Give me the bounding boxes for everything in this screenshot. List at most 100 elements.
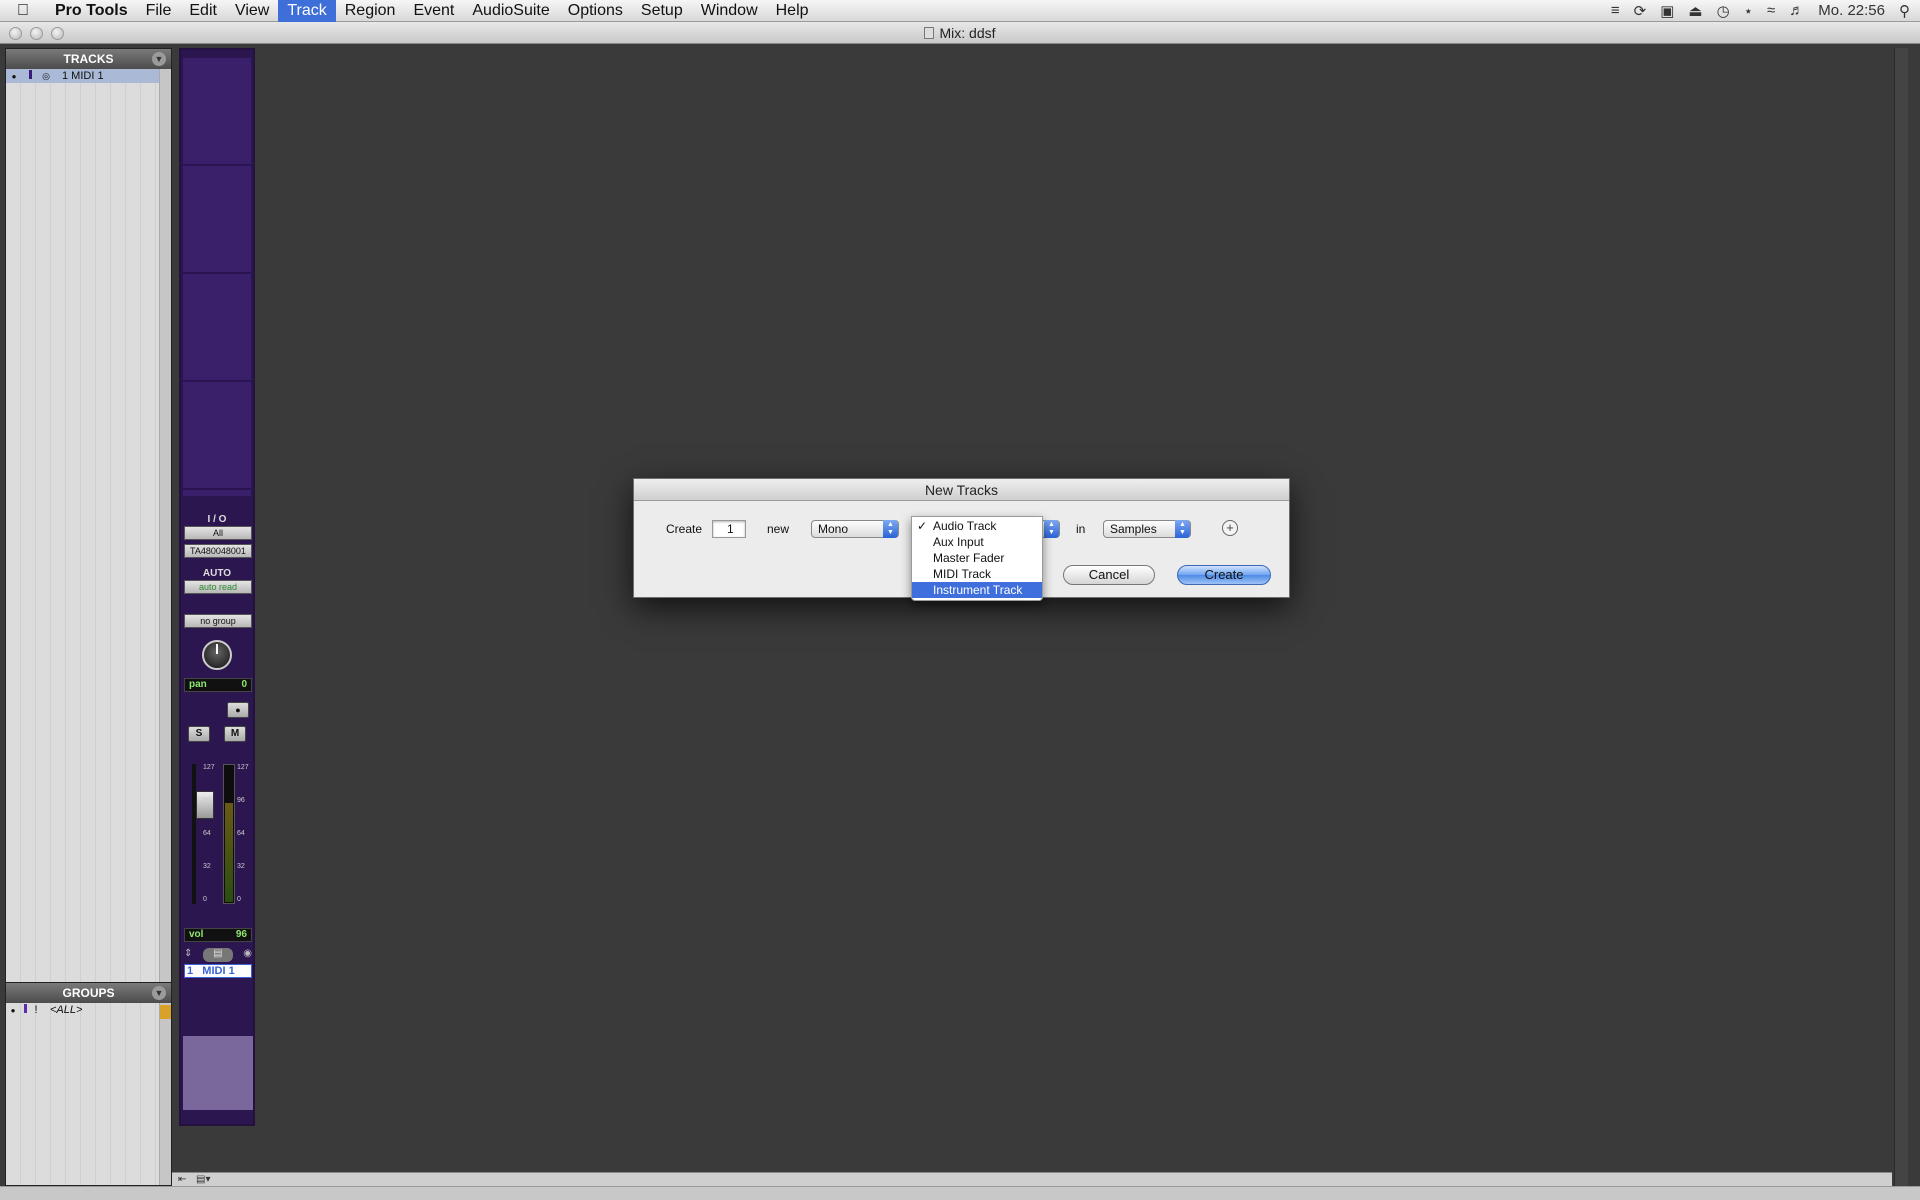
- groups-panel-header: GROUPS ▼: [6, 983, 171, 1003]
- minimize-window-button[interactable]: [30, 27, 43, 40]
- wifi-icon[interactable]: ≈: [1767, 2, 1775, 19]
- menu-item-instrument-track[interactable]: Instrument Track: [912, 582, 1042, 598]
- io-label: I / O: [207, 514, 227, 525]
- popup-arrows-icon: ▲ ▼: [1175, 520, 1190, 538]
- fader-scale-label: 96: [203, 797, 211, 804]
- sync-icon[interactable]: ⟳: [1634, 2, 1647, 20]
- menu-region[interactable]: Region: [336, 0, 405, 22]
- track-row-label[interactable]: 1 MIDI 1: [54, 70, 104, 82]
- groups-panel-scrollbar[interactable]: [159, 1003, 171, 1185]
- groups-panel-title: GROUPS: [62, 986, 115, 1000]
- group-row[interactable]: ● ! <ALL>: [6, 1003, 159, 1017]
- group-selector[interactable]: no group: [184, 614, 252, 628]
- fader-scale-label: 127: [203, 764, 215, 771]
- track-color-picker-icon[interactable]: ◉: [243, 948, 252, 962]
- comments-field[interactable]: [183, 1036, 253, 1110]
- dialog-title: New Tracks: [634, 479, 1289, 501]
- track-color-icon: [22, 70, 38, 82]
- volume-readout[interactable]: vol 96: [184, 928, 252, 942]
- menu-item-aux-input[interactable]: Aux Input: [912, 534, 1042, 550]
- output-selector[interactable]: TA480048001: [184, 544, 252, 558]
- fader-scale-label: 32: [203, 863, 211, 870]
- timebase-popup[interactable]: Samples ▲ ▼: [1103, 520, 1191, 538]
- time-machine-icon[interactable]: ◷: [1717, 2, 1730, 20]
- menu-edit[interactable]: Edit: [180, 0, 226, 22]
- clock[interactable]: Mo. 22:56: [1818, 2, 1885, 19]
- horizontal-scrollbar[interactable]: [0, 1186, 1920, 1200]
- group-active-dot-icon[interactable]: ●: [6, 1006, 20, 1015]
- auto-label: AUTO: [202, 568, 232, 579]
- menu-help[interactable]: Help: [767, 0, 818, 22]
- menu-event[interactable]: Event: [404, 0, 463, 22]
- groups-panel-menu-button[interactable]: ▼: [152, 986, 166, 1000]
- view-selector-icon[interactable]: ▤▾: [196, 1174, 210, 1185]
- record-enable-button[interactable]: ●: [227, 702, 249, 718]
- pan-readout[interactable]: pan 0: [184, 678, 252, 692]
- tracks-panel-menu-button[interactable]: ▼: [152, 52, 166, 66]
- insert-send-slots[interactable]: [183, 58, 251, 496]
- zoom-window-button[interactable]: [51, 27, 64, 40]
- track-type-icon[interactable]: ⇕: [184, 948, 192, 962]
- group-row-label[interactable]: <ALL>: [42, 1004, 82, 1016]
- window-titlebar: Mix: ddsf: [0, 22, 1920, 44]
- tracks-panel-header: TRACKS ▼: [6, 49, 171, 69]
- apple-menu-icon[interactable]: : [0, 2, 46, 20]
- close-window-button[interactable]: [9, 27, 22, 40]
- pan-knob[interactable]: [202, 640, 232, 670]
- comments-toggle-icon[interactable]: ▤: [202, 948, 233, 962]
- menu-track[interactable]: Track: [278, 0, 336, 22]
- bluetooth-icon[interactable]: ⋆: [1744, 2, 1753, 20]
- automation-mode-selector[interactable]: auto read: [184, 580, 252, 594]
- spotlight-icon[interactable]: ⚲: [1899, 2, 1910, 20]
- group-sort-icon[interactable]: [160, 1005, 171, 1019]
- menu-pro-tools[interactable]: Pro Tools: [46, 0, 137, 22]
- menu-file[interactable]: File: [137, 0, 181, 22]
- vertical-scrollbar[interactable]: [1894, 48, 1908, 1186]
- track-row[interactable]: ● ◎ 1 MIDI 1: [6, 69, 159, 83]
- meter-scale-label: 0: [237, 896, 241, 903]
- mix-window-footer: ⇤ ▤▾: [172, 1172, 1892, 1186]
- menu-bar:  Pro Tools File Edit View Track Region …: [0, 0, 1920, 22]
- scripts-icon[interactable]: ≡: [1611, 2, 1620, 19]
- tracks-panel-scrollbar[interactable]: [159, 69, 171, 1003]
- new-label: new: [767, 522, 790, 536]
- vol-label: vol: [189, 929, 204, 940]
- collapse-left-icon[interactable]: ⇤: [178, 1174, 186, 1185]
- eject-icon[interactable]: ⏏: [1688, 2, 1702, 20]
- channel-format-value: Mono: [818, 522, 849, 536]
- menu-options[interactable]: Options: [559, 0, 632, 22]
- display-icon[interactable]: ▣: [1660, 2, 1674, 20]
- track-count-input[interactable]: 1: [712, 520, 746, 538]
- popup-arrows-icon: ▲ ▼: [883, 520, 898, 538]
- midi-track-icon: ◎: [42, 70, 50, 81]
- mix-window: Mix: ddsf TRACKS ▼ ● ◎ 1 MIDI 1 GROUPS ▼…: [0, 22, 1920, 1200]
- menu-item-master-fader[interactable]: Master Fader: [912, 550, 1042, 566]
- cancel-button[interactable]: Cancel: [1063, 565, 1155, 585]
- create-button[interactable]: Create: [1177, 565, 1271, 585]
- channel-format-popup[interactable]: Mono ▲ ▼: [811, 520, 899, 538]
- menu-item-midi-track[interactable]: MIDI Track: [912, 566, 1042, 582]
- menu-extras: ≡ ⟳ ▣ ⏏ ◷ ⋆ ≈ ♬ Mo. 22:56 ⚲: [1611, 2, 1920, 20]
- track-name: MIDI 1: [202, 965, 235, 977]
- track-show-dot-icon[interactable]: ●: [6, 72, 22, 81]
- menu-setup[interactable]: Setup: [632, 0, 692, 22]
- menu-item-audio-track[interactable]: Audio Track: [912, 518, 1042, 534]
- solo-button[interactable]: S: [188, 726, 210, 742]
- tracks-panel-title: TRACKS: [63, 52, 114, 66]
- volume-fader-track[interactable]: [192, 764, 214, 904]
- vol-value: 96: [235, 929, 247, 940]
- input-selector[interactable]: All: [184, 526, 252, 540]
- meter-scale-label: 64: [237, 830, 245, 837]
- document-icon: [924, 27, 935, 39]
- menu-window[interactable]: Window: [692, 0, 767, 22]
- menu-view[interactable]: View: [226, 0, 278, 22]
- fader-scale-label: 64: [203, 830, 211, 837]
- track-name-field[interactable]: 1 MIDI 1: [184, 964, 252, 978]
- mute-button[interactable]: M: [224, 726, 246, 742]
- add-row-button[interactable]: +: [1222, 520, 1238, 536]
- tracks-panel: TRACKS ▼ ● ◎ 1 MIDI 1: [5, 48, 172, 1004]
- fader-scale-label: 0: [203, 896, 207, 903]
- menu-audiosuite[interactable]: AudioSuite: [463, 0, 558, 22]
- volume-icon[interactable]: ♬: [1789, 2, 1804, 19]
- popup-arrows-icon: ▲ ▼: [1044, 520, 1059, 538]
